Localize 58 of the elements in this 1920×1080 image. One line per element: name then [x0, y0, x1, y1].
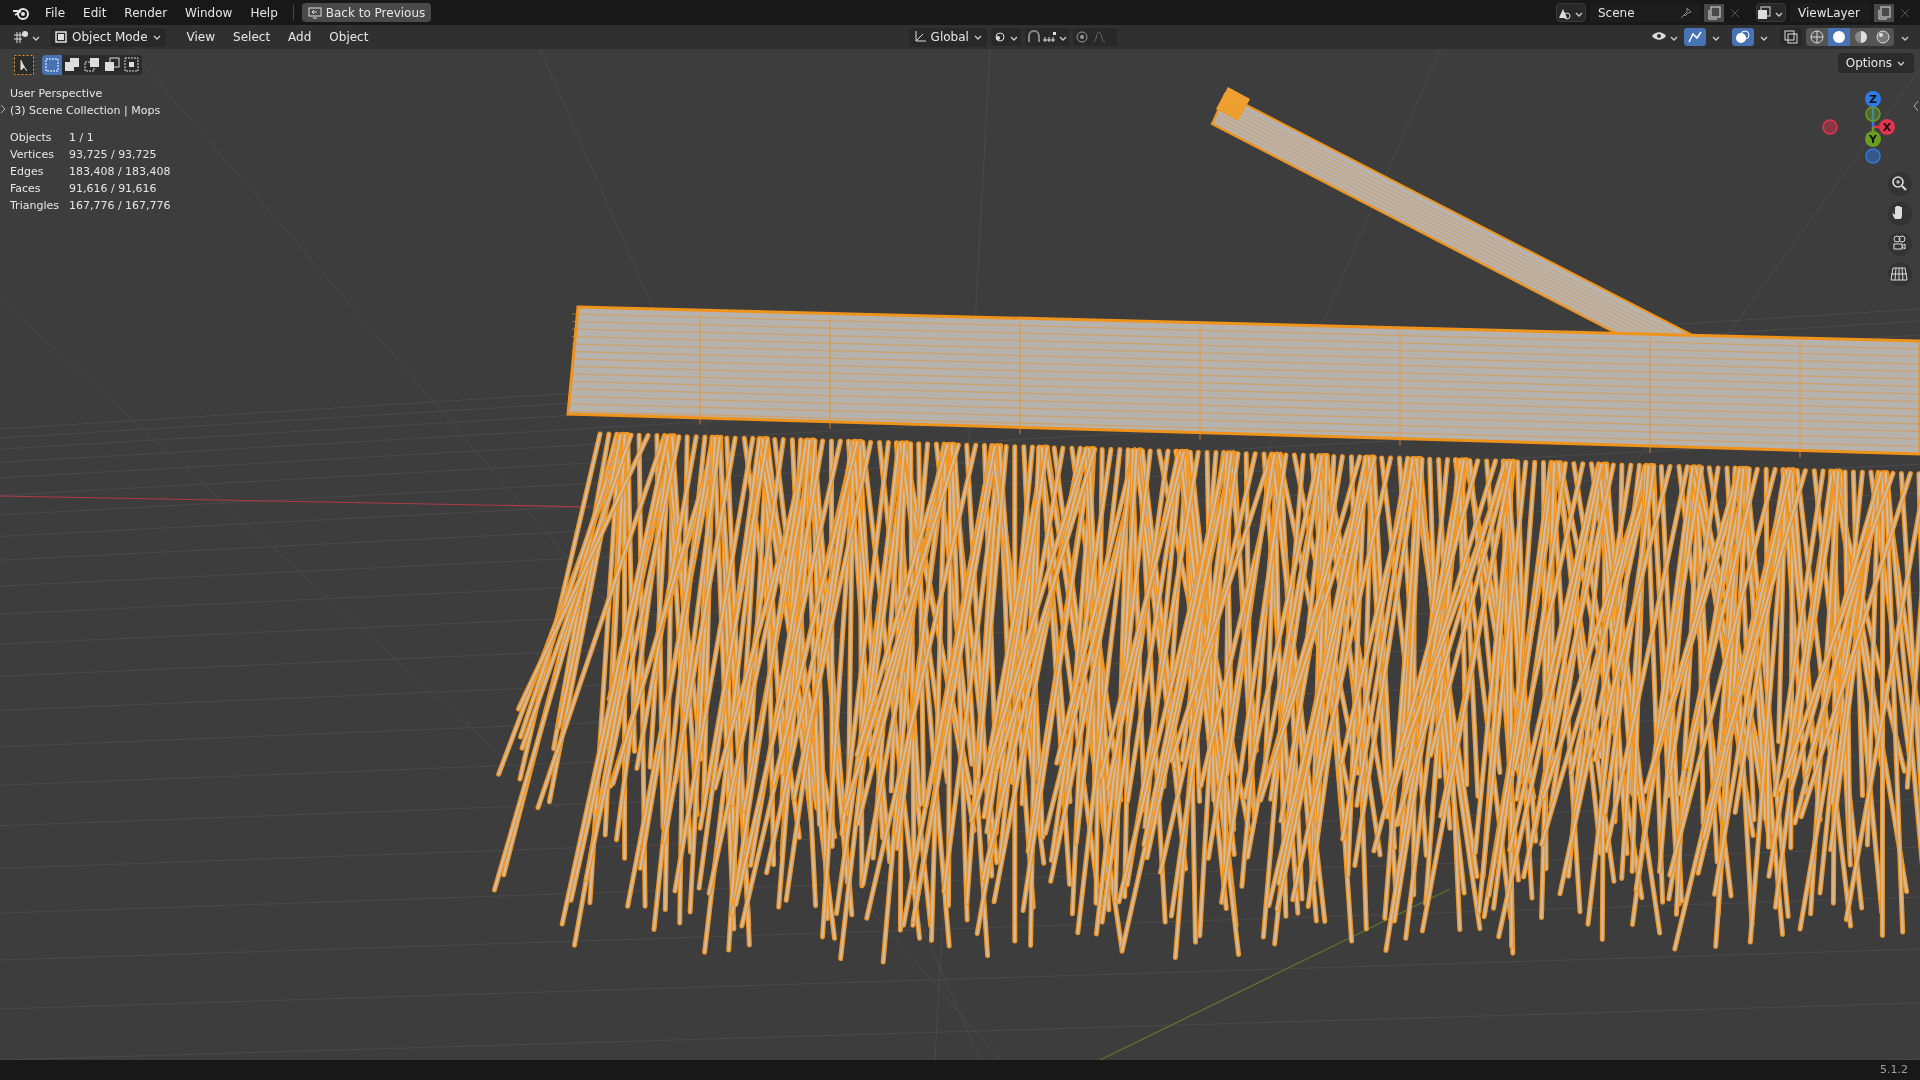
stat-value: 1 / 1: [68, 130, 95, 146]
camera-icon[interactable]: [1888, 232, 1912, 256]
stat-label: Faces: [10, 181, 42, 197]
menu-item[interactable]: View: [179, 28, 223, 46]
screen-icon[interactable]: [307, 6, 322, 19]
snap-magnet-icon[interactable]: [1024, 28, 1069, 46]
menu-item[interactable]: Object: [322, 28, 376, 46]
handle-end-cap: [1216, 87, 1250, 121]
menu-item[interactable]: Window: [178, 1, 240, 24]
solid-shading-icon[interactable]: [1828, 28, 1850, 46]
menu-item[interactable]: Edit: [76, 1, 114, 24]
selection-mode-icon[interactable]: [122, 55, 142, 75]
proportional-edit-icon[interactable]: [1072, 28, 1117, 46]
pin-icon[interactable]: [1680, 6, 1692, 19]
scene-name-field[interactable]: Scene: [1590, 3, 1700, 22]
material-shading-icon[interactable]: [1850, 28, 1872, 46]
axis-handle[interactable]: X: [1879, 119, 1895, 135]
view-name-label: User Perspective: [10, 86, 104, 102]
duplicate-icon[interactable]: [1874, 3, 1894, 22]
hand-icon[interactable]: [1888, 202, 1912, 226]
stat-value: 93,725 / 93,725: [68, 147, 158, 163]
menu-item[interactable]: Add: [281, 28, 319, 46]
menu-item[interactable]: Select: [226, 28, 278, 46]
collection-label: (3) Scene Collection | Mops: [10, 103, 162, 119]
zoom-icon[interactable]: [1888, 172, 1912, 196]
xray-icon[interactable]: [1780, 28, 1802, 46]
selection-mode-icon[interactable]: [82, 55, 102, 75]
cube-icon[interactable]: [54, 30, 68, 44]
options-dropdown[interactable]: Options: [1837, 53, 1914, 73]
select-cursor-icon[interactable]: [14, 55, 34, 75]
stat-label: Triangles: [10, 198, 59, 214]
stat-value: 167,776 / 167,776: [68, 198, 171, 214]
negative-axis-dot[interactable]: [1865, 148, 1881, 164]
axis-handle[interactable]: Z: [1865, 91, 1881, 107]
stat-label: Vertices: [10, 147, 55, 163]
rendered-shading-icon[interactable]: [1872, 28, 1894, 46]
negative-axis-dot[interactable]: [1865, 106, 1881, 122]
editor-type-icon[interactable]: [12, 29, 42, 45]
stat-value: 91,616 / 91,616: [68, 181, 158, 197]
negative-axis-dot[interactable]: [1822, 119, 1838, 135]
menu-item[interactable]: File: [38, 1, 73, 24]
stat-label: Objects: [10, 130, 53, 146]
view-layer-name-field[interactable]: ViewLayer: [1790, 3, 1870, 22]
menu-item[interactable]: Render: [117, 1, 175, 24]
stat-label: Edges: [10, 164, 45, 180]
grid-icon[interactable]: [1888, 262, 1912, 286]
wireframe-shading-icon[interactable]: [1806, 28, 1828, 46]
back-to-previous-button[interactable]: Back to Previous: [301, 3, 432, 22]
scene-name: Scene: [1598, 4, 1635, 22]
object-mode-dropdown[interactable]: Object Mode: [50, 27, 166, 47]
duplicate-icon[interactable]: [1704, 3, 1724, 22]
orientation-dropdown[interactable]: Global: [908, 27, 987, 47]
stat-value: 183,408 / 183,408: [68, 164, 171, 180]
menu-item[interactable]: Help: [243, 1, 285, 24]
pivot-icon[interactable]: [990, 28, 1021, 46]
axis-handle[interactable]: Y: [1865, 131, 1881, 147]
transform-axes-icon[interactable]: [912, 30, 927, 44]
version-label: 5.1.2: [1880, 1061, 1908, 1078]
